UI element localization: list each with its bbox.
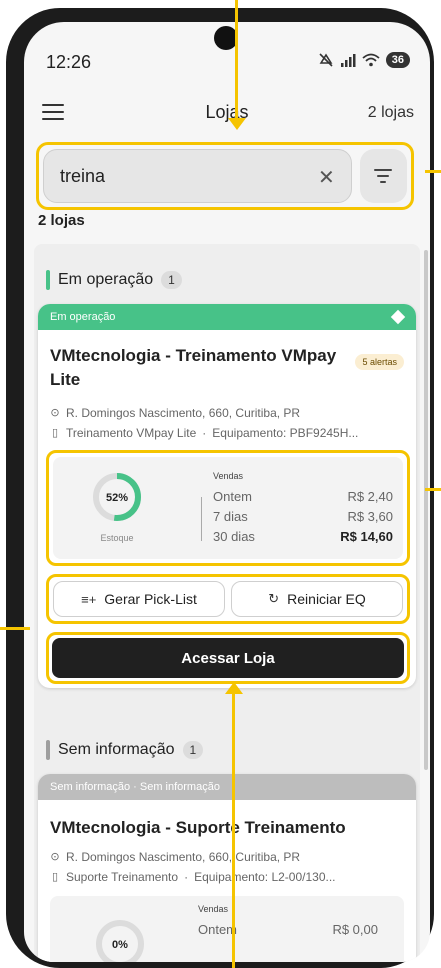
stock-donut: 52% xyxy=(93,473,141,521)
filter-button[interactable] xyxy=(359,149,407,203)
stock-percent: 52% xyxy=(106,492,128,504)
stats-panel: 52% Estoque Vendas Ontem R$ 2,40 7 dias … xyxy=(53,457,403,559)
store-list[interactable]: Em operação 1 Em operação VMtecnologia -… xyxy=(34,244,420,962)
equipment-id: Equipamento: PBF9245H... xyxy=(212,426,359,440)
sales-value: R$ 3,60 xyxy=(347,509,393,524)
separator-dot: · xyxy=(184,870,189,884)
machine-line: ▯ Suporte Treinamento · Equipamento: L2-… xyxy=(50,868,404,886)
status-strip-label: Sem informação · Sem informação xyxy=(50,781,220,793)
status-strip-label: Em operação xyxy=(50,311,116,323)
generate-pick-list-button[interactable]: ≡+ Gerar Pick-List xyxy=(53,581,225,617)
sales-period: 30 dias xyxy=(213,529,255,544)
sales-row: Ontem R$ 0,00 xyxy=(198,920,378,940)
sales-block: Vendas Ontem R$ 2,40 7 dias R$ 3,60 30 d… xyxy=(213,471,393,547)
sales-period: 7 dias xyxy=(213,509,248,524)
machine-line: ▯ Treinamento VMpay Lite · Equipamento: … xyxy=(50,424,404,442)
actions-highlight: ≡+ Gerar Pick-List ↻ Reiniciar EQ xyxy=(46,574,410,624)
address-line: ⊙ R. Domingos Nascimento, 660, Curitiba,… xyxy=(50,848,404,866)
status-icons: 36 xyxy=(318,52,410,68)
stats-divider xyxy=(201,497,202,541)
stock-block: 52% Estoque xyxy=(67,471,167,543)
sales-title: Vendas xyxy=(198,904,229,914)
stats-panel: 0% Vendas Ontem R$ 0,00 xyxy=(50,896,404,962)
section-title: Sem informação xyxy=(58,741,175,758)
stats-highlight: 52% Estoque Vendas Ontem R$ 2,40 7 dias … xyxy=(46,450,410,566)
machine-icon: ▯ xyxy=(51,427,59,439)
annotation-line-top xyxy=(235,0,238,126)
section-header-no-info: Sem informação 1 xyxy=(46,740,204,760)
pick-list-label: Gerar Pick-List xyxy=(104,591,197,607)
address-line: ⊙ R. Domingos Nascimento, 660, Curitiba,… xyxy=(50,404,404,422)
sales-value: R$ 2,40 xyxy=(347,489,393,504)
search-box[interactable]: ✕ xyxy=(43,149,352,203)
store-card[interactable]: Sem informação · Sem informação VMtecnol… xyxy=(38,774,416,962)
clear-search-icon[interactable]: ✕ xyxy=(318,165,335,190)
section-header-operating: Em operação 1 xyxy=(46,270,182,290)
signal-icon xyxy=(340,54,356,67)
sales-row: 30 dias R$ 14,60 xyxy=(213,527,393,547)
status-strip: Em operação xyxy=(38,304,416,330)
sales-row: Ontem R$ 2,40 xyxy=(213,487,393,507)
sales-title: Vendas xyxy=(213,471,244,481)
annotation-line-left-actions xyxy=(0,627,30,630)
separator-dot: · xyxy=(202,426,207,440)
machine-name: Treinamento VMpay Lite xyxy=(66,426,197,440)
section-title: Em operação xyxy=(58,271,154,288)
restart-label: Reiniciar EQ xyxy=(287,591,366,607)
location-pin-icon: ⊙ xyxy=(50,851,60,863)
machine-icon: ▯ xyxy=(51,871,59,883)
stock-label: Estoque xyxy=(100,533,134,543)
alerts-badge[interactable]: 5 alertas xyxy=(355,354,404,370)
annotation-line-right-search xyxy=(425,170,441,173)
store-card[interactable]: Em operação VMtecnologia - Treinamento V… xyxy=(38,304,416,688)
location-pin-icon: ⊙ xyxy=(50,407,60,419)
stock-percent: 0% xyxy=(112,939,128,951)
sales-row: 7 dias R$ 3,60 xyxy=(213,507,393,527)
section-color-bar xyxy=(46,270,50,290)
section-count-badge: 1 xyxy=(161,271,182,289)
store-address: R. Domingos Nascimento, 660, Curitiba, P… xyxy=(66,406,301,420)
app-header: Lojas 2 lojas xyxy=(24,98,430,138)
store-address: R. Domingos Nascimento, 660, Curitiba, P… xyxy=(66,850,301,864)
search-input[interactable] xyxy=(60,150,320,202)
sales-block: Vendas Ontem R$ 0,00 xyxy=(198,904,378,940)
access-highlight: Acessar Loja xyxy=(46,632,410,684)
status-strip: Sem informação · Sem informação xyxy=(38,774,416,800)
phone-frame: 12:26 36 Lojas 2 lojas ✕ 2 lojas xyxy=(6,8,434,968)
annotation-line-bottom xyxy=(232,690,235,968)
mute-icon xyxy=(319,53,333,67)
sales-value: R$ 14,60 xyxy=(340,529,393,544)
section-color-bar xyxy=(46,740,50,760)
machine-name: Suporte Treinamento xyxy=(66,870,179,884)
store-name[interactable]: VMtecnologia - Treinamento VMpay Lite xyxy=(50,344,340,392)
add-list-icon: ≡+ xyxy=(81,591,97,607)
wifi-icon xyxy=(362,53,380,67)
sales-value: R$ 0,00 xyxy=(332,922,378,937)
access-store-button[interactable]: Acessar Loja xyxy=(52,638,404,678)
search-highlight: ✕ xyxy=(36,142,414,210)
store-name[interactable]: VMtecnologia - Suporte Treinamento xyxy=(50,816,404,840)
restart-equipment-button[interactable]: ↻ Reiniciar EQ xyxy=(231,581,403,617)
annotation-arrow-up xyxy=(225,682,243,694)
header-store-count: 2 lojas xyxy=(367,104,414,121)
restart-icon: ↻ xyxy=(268,591,280,606)
stock-donut: 0% xyxy=(96,920,144,962)
results-count: 2 lojas xyxy=(38,212,85,229)
equipment-id: Equipamento: L2-00/130... xyxy=(194,870,336,884)
battery-icon: 36 xyxy=(385,52,410,68)
status-time: 12:26 xyxy=(46,52,92,72)
annotation-arrow-down xyxy=(228,118,246,130)
status-bar: 12:26 36 xyxy=(24,22,430,84)
sales-period: Ontem xyxy=(213,489,253,504)
section-count-badge: 1 xyxy=(182,741,204,759)
app-screen: 12:26 36 Lojas 2 lojas ✕ 2 lojas xyxy=(24,22,430,962)
diamond-icon xyxy=(390,309,406,325)
scrollbar[interactable] xyxy=(424,250,428,770)
annotation-line-right-stats xyxy=(425,488,441,491)
